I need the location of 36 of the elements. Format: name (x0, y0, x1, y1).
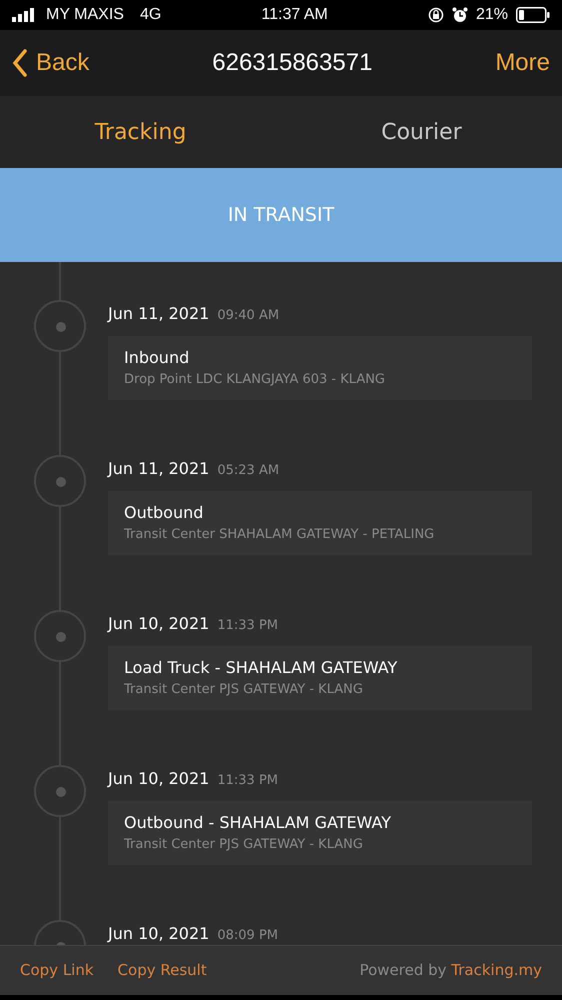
event-location: Transit Center SHAHALAM GATEWAY - PETALING (124, 526, 436, 544)
event-title: Inbound (124, 347, 190, 369)
tracking-link[interactable]: Tracking.my (451, 961, 542, 980)
event-date: Jun 10, 2021 (108, 613, 210, 635)
event-location: Drop Point LDC KLANGJAYA 603 - KLANG (124, 371, 386, 389)
tab[interactable]: Courier (281, 96, 562, 168)
tracking-number: 626315863571 (212, 48, 372, 78)
event-date: Jun 11, 2021 (108, 303, 210, 325)
event-time: 09:40 AM (217, 307, 280, 325)
event-time: 11:33 PM (217, 617, 278, 635)
event-time: 05:23 AM (217, 462, 280, 480)
network-type: 4G (140, 5, 162, 25)
status-text: IN TRANSIT (228, 202, 334, 228)
event-location: Transit Center PJS GATEWAY - KLANG (124, 836, 364, 854)
rotation-lock-icon (428, 7, 444, 23)
tab[interactable]: Tracking (0, 96, 281, 168)
carrier-name: MY MAXIS (46, 5, 124, 25)
copy-button[interactable]: Copy Result (118, 959, 207, 982)
back-button[interactable]: Back (12, 45, 90, 81)
more-button[interactable]: More (495, 45, 550, 81)
event-title: Outbound (124, 502, 204, 524)
event-location: Transit Center PJS GATEWAY - KLANG (124, 681, 364, 699)
alarm-icon (452, 7, 468, 23)
event-time: 11:33 PM (217, 772, 278, 790)
event-time: 08:09 PM (217, 927, 278, 945)
battery-percent: 21% (476, 5, 508, 25)
battery-icon (516, 7, 550, 23)
event-date: Jun 11, 2021 (108, 458, 210, 480)
clock: 11:37 AM (261, 5, 328, 25)
event-title: Outbound - SHAHALAM GATEWAY (124, 812, 392, 834)
back-chevron-icon (12, 49, 28, 77)
event-title: Load Truck - SHAHALAM GATEWAY (124, 657, 398, 679)
powered-by-text: Powered by Tracking.my (360, 960, 542, 982)
event-date: Jun 10, 2021 (108, 768, 210, 790)
event-date: Jun 10, 2021 (108, 923, 210, 945)
copy-button[interactable]: Copy Link (20, 959, 94, 982)
